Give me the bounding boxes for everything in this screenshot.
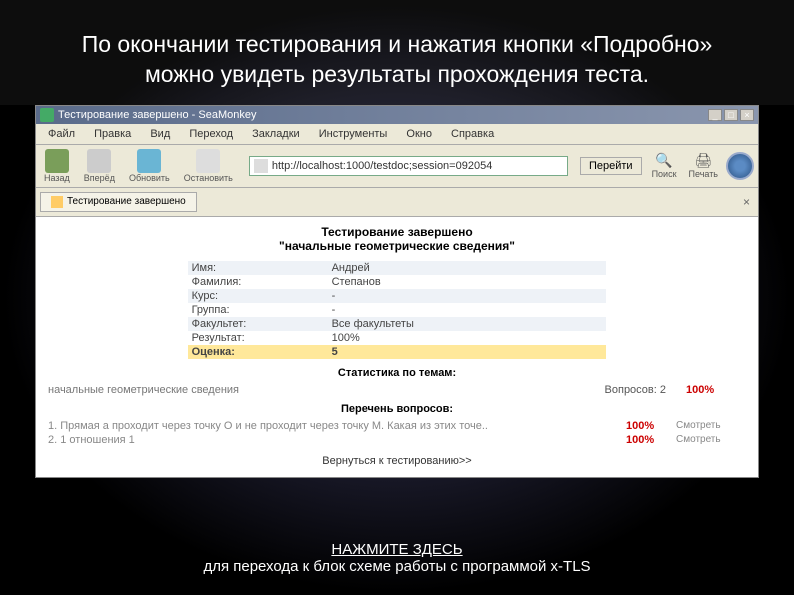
forward-button[interactable]: Вперёд — [80, 149, 119, 183]
print-button[interactable]: 🖨 Печать — [685, 152, 722, 179]
search-button[interactable]: 🔍 Поиск — [648, 152, 681, 179]
menubar: Файл Правка Вид Переход Закладки Инструм… — [36, 124, 758, 145]
forward-icon — [87, 149, 111, 173]
go-button[interactable]: Перейти — [580, 157, 642, 175]
return-link[interactable]: Вернуться к тестированию>> — [48, 455, 746, 467]
info-row-name: Имя:Андрей — [188, 261, 607, 275]
info-row-group: Группа:- — [188, 303, 607, 317]
test-header: Тестирование завершено "начальные геомет… — [48, 225, 746, 253]
back-button[interactable]: Назад — [40, 149, 74, 183]
tabbar: Тестирование завершено × — [36, 188, 758, 217]
maximize-button[interactable]: □ — [724, 109, 738, 121]
slide-title: По окончании тестирования и нажатия кноп… — [0, 0, 794, 105]
tab-close-button[interactable]: × — [739, 195, 754, 209]
footer-text: для перехода к блок схеме работы с прогр… — [203, 558, 590, 575]
page-icon — [254, 159, 268, 173]
tab-active[interactable]: Тестирование завершено — [40, 192, 197, 212]
toolbar: Назад Вперёд Обновить Остановить http://… — [36, 145, 758, 188]
close-button[interactable]: × — [740, 109, 754, 121]
stats-row: начальные геометрические сведения Вопрос… — [48, 383, 746, 397]
minimize-button[interactable]: _ — [708, 109, 722, 121]
question-row-2: 2. 1 отношения 1 100% Смотреть — [48, 433, 746, 447]
url-input[interactable]: http://localhost:1000/testdoc;session=09… — [249, 156, 568, 176]
browser-window: Тестирование завершено - SeaMonkey _ □ ×… — [35, 105, 759, 478]
stats-header: Статистика по темам: — [48, 367, 746, 379]
info-row-grade: Оценка:5 — [188, 345, 607, 359]
menu-go[interactable]: Переход — [181, 126, 241, 142]
reload-button[interactable]: Обновить — [125, 149, 174, 183]
info-row-faculty: Факультет:Все факультеты — [188, 317, 607, 331]
search-icon: 🔍 — [655, 152, 672, 169]
tab-icon — [51, 196, 63, 208]
print-icon: 🖨 — [694, 152, 712, 169]
info-table: Имя:Андрей Фамилия:Степанов Курс:- Групп… — [188, 261, 607, 359]
info-row-result: Результат:100% — [188, 331, 607, 345]
window-title: Тестирование завершено - SeaMonkey — [58, 109, 256, 121]
menu-bookmarks[interactable]: Закладки — [244, 126, 308, 142]
questions-header: Перечень вопросов: — [48, 403, 746, 415]
menu-file[interactable]: Файл — [40, 126, 83, 142]
menu-view[interactable]: Вид — [142, 126, 178, 142]
view-link-2[interactable]: Смотреть — [676, 434, 746, 446]
stop-button[interactable]: Остановить — [180, 149, 237, 183]
reload-icon — [137, 149, 161, 173]
titlebar: Тестирование завершено - SeaMonkey _ □ × — [36, 106, 758, 124]
question-row-1: 1. Прямая а проходит через точку О и не … — [48, 419, 746, 433]
tab-label: Тестирование завершено — [67, 196, 186, 207]
info-row-surname: Фамилия:Степанов — [188, 275, 607, 289]
app-icon — [40, 108, 54, 122]
info-row-course: Курс:- — [188, 289, 607, 303]
menu-tools[interactable]: Инструменты — [311, 126, 396, 142]
page-content: Тестирование завершено "начальные геомет… — [36, 217, 758, 477]
back-icon — [45, 149, 69, 173]
footer-link[interactable]: НАЖМИТЕ ЗДЕСЬ — [331, 541, 462, 558]
menu-help[interactable]: Справка — [443, 126, 502, 142]
menu-window[interactable]: Окно — [398, 126, 440, 142]
stop-icon — [196, 149, 220, 173]
menu-edit[interactable]: Правка — [86, 126, 139, 142]
seamonkey-logo — [726, 152, 754, 180]
slide-footer: НАЖМИТЕ ЗДЕСЬ для перехода к блок схеме … — [0, 541, 794, 575]
view-link-1[interactable]: Смотреть — [676, 420, 746, 432]
